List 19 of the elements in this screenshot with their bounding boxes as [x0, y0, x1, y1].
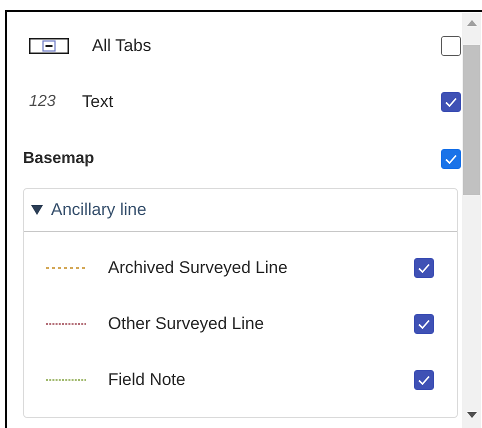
layer-label: Archived Surveyed Line: [108, 258, 289, 278]
checkbox[interactable]: [441, 92, 461, 112]
checkbox[interactable]: [441, 36, 461, 56]
checkbox[interactable]: [414, 370, 434, 390]
checkbox[interactable]: [414, 314, 434, 334]
layer-label: All Tabs: [92, 36, 152, 56]
expand-toggle[interactable]: Ancillary line: [31, 200, 146, 220]
scrollbar-thumb[interactable]: [463, 45, 480, 195]
scrollbar[interactable]: [462, 12, 481, 428]
scroll-down-icon[interactable]: [466, 412, 476, 418]
checkbox[interactable]: [414, 258, 434, 278]
number-symbol: 123: [29, 93, 57, 111]
layer-label: Text: [82, 92, 114, 112]
layer-label: Field Note: [108, 370, 186, 390]
caret-down-icon: [31, 205, 43, 215]
checkbox[interactable]: [441, 149, 461, 169]
layer-label: Basemap: [23, 150, 96, 168]
tabs-icon: [29, 38, 69, 54]
layer-label: Other Surveyed Line: [108, 314, 265, 334]
